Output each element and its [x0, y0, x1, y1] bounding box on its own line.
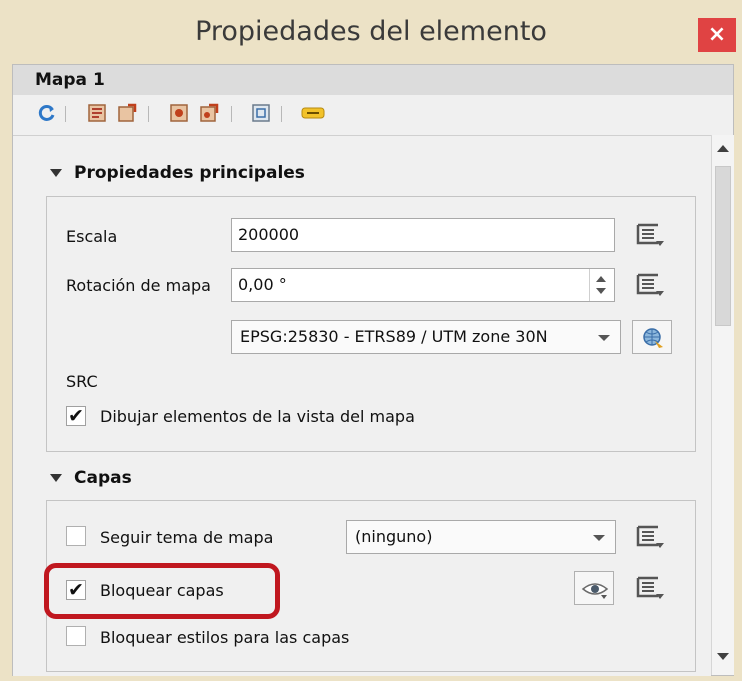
chevron-down-icon — [593, 535, 605, 541]
refresh-icon[interactable] — [37, 103, 57, 123]
scroll-up-icon[interactable] — [717, 145, 729, 152]
toolbar-separator — [281, 106, 282, 122]
lock-styles-label[interactable]: Bloquear estilos para las capas — [100, 628, 349, 647]
spin-down-icon[interactable] — [596, 288, 606, 294]
close-button[interactable]: × — [698, 18, 736, 52]
theme-selector[interactable]: (ninguno) — [346, 520, 616, 554]
scroll-thumb[interactable] — [715, 166, 731, 326]
layer-visibility-button[interactable] — [574, 571, 614, 605]
crs-value: EPSG:25830 - ETRS89 / UTM zone 30N — [240, 327, 548, 346]
spin-up-icon[interactable] — [596, 276, 606, 282]
data-defined-override-icon[interactable] — [632, 271, 666, 299]
section-layers[interactable]: Capas — [50, 468, 132, 488]
section-title: Propiedades principales — [74, 163, 305, 183]
section-main-properties[interactable]: Propiedades principales — [50, 163, 305, 183]
section-title: Capas — [74, 468, 132, 488]
collapse-arrow-icon[interactable] — [50, 474, 62, 482]
map-toolbar — [13, 95, 733, 131]
item-header: Mapa 1 — [13, 65, 733, 95]
spin-buttons[interactable] — [589, 269, 614, 301]
view-extent-icon[interactable] — [251, 103, 271, 123]
follow-theme-label[interactable]: Seguir tema de mapa — [100, 528, 273, 547]
properties-window: Propiedades del elemento × Mapa 1 Propie… — [0, 0, 742, 681]
atlas-icon[interactable] — [169, 103, 189, 123]
toolbar-separator — [65, 106, 66, 122]
toolbar-separator — [148, 106, 149, 122]
data-defined-override-icon[interactable] — [632, 574, 666, 602]
item-name: Mapa 1 — [35, 70, 105, 90]
set-extent-icon[interactable] — [117, 103, 137, 123]
data-defined-override-icon[interactable] — [632, 221, 666, 249]
draw-items-label[interactable]: Dibujar elementos de la vista del mapa — [100, 407, 415, 426]
draw-items-checkbox[interactable]: ✔ — [66, 406, 86, 426]
highlight-annotation — [44, 563, 280, 619]
rotation-value: 0,00 ° — [238, 275, 287, 294]
theme-value: (ninguno) — [355, 527, 433, 546]
title-bar[interactable]: Propiedades del elemento × — [0, 0, 742, 68]
collapse-arrow-icon[interactable] — [50, 169, 62, 177]
follow-theme-checkbox[interactable] — [66, 526, 86, 546]
crs-selector[interactable]: EPSG:25830 - ETRS89 / UTM zone 30N — [231, 320, 621, 354]
crs-select-button[interactable] — [632, 320, 672, 354]
vertical-scrollbar[interactable] — [711, 135, 734, 675]
atlas-set-icon[interactable] — [199, 103, 219, 123]
rotation-label: Rotación de mapa — [66, 276, 211, 295]
label-icon[interactable] — [301, 103, 325, 123]
globe-icon — [643, 328, 663, 348]
crs-label: SRC — [66, 372, 98, 391]
scroll-down-icon[interactable] — [717, 653, 729, 660]
map-extent-icon[interactable] — [87, 103, 107, 123]
data-defined-override-icon[interactable] — [632, 523, 666, 551]
scale-input[interactable]: 200000 — [231, 218, 615, 252]
window-title: Propiedades del elemento — [195, 16, 547, 47]
toolbar-separator — [231, 106, 232, 122]
scale-label: Escala — [66, 227, 118, 246]
rotation-spinbox[interactable]: 0,00 ° — [231, 268, 615, 302]
chevron-down-icon — [598, 335, 610, 341]
lock-styles-checkbox[interactable] — [66, 626, 86, 646]
eye-icon — [581, 583, 609, 599]
